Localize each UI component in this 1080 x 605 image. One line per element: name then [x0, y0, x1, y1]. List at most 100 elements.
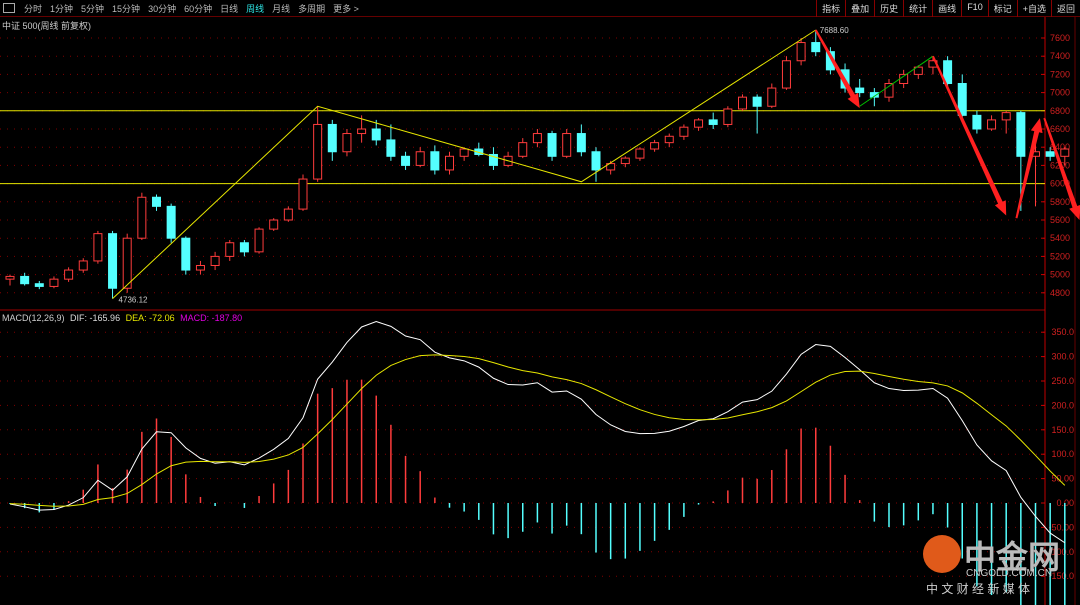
macd-tick-label: 300.0	[1051, 352, 1074, 362]
period-tab[interactable]: 周线	[242, 2, 268, 15]
candle-body	[137, 196, 147, 239]
candle-body	[811, 42, 821, 53]
panel-toggle-icon[interactable]	[3, 3, 15, 13]
candle-body	[562, 133, 572, 157]
candle-body	[269, 219, 279, 230]
period-tab[interactable]: 月线	[268, 2, 294, 15]
macd-dea: DEA: -72.06	[125, 313, 175, 323]
logo-tagline: 中 文 财 经 新 媒 体	[926, 582, 1031, 596]
dea-line	[9, 354, 1066, 507]
candle-body	[913, 66, 923, 75]
price-tick-label: 5800	[1050, 197, 1070, 207]
candle-body	[108, 233, 118, 289]
period-tab[interactable]: 60分钟	[180, 2, 216, 15]
period-tab[interactable]: 15分钟	[108, 2, 144, 15]
candle-body	[78, 260, 88, 271]
candle-body	[64, 269, 74, 280]
macd-legend: MACD(12,26,9) DIF: -165.96 DEA: -72.06 M…	[2, 313, 242, 323]
candle-body	[708, 119, 718, 125]
price-tick-label: 6000	[1050, 179, 1070, 189]
candle-body	[488, 153, 498, 166]
candle-body	[415, 151, 425, 166]
candle-body	[1045, 151, 1055, 157]
candle-body	[694, 119, 704, 128]
price-tick-label: 7400	[1050, 51, 1070, 61]
candle-body	[884, 83, 894, 98]
candle-body	[723, 108, 733, 125]
candle-body	[327, 123, 337, 153]
period-tab[interactable]: 多周期	[294, 2, 329, 15]
low-price-label: 4736.12	[119, 296, 148, 305]
candle-body	[664, 135, 674, 144]
candle-body	[738, 96, 747, 110]
price-tick-label: 7600	[1050, 33, 1070, 43]
stock-chart[interactable]: 4800 5000 5200 5400 5600 5800 6000 6200 6400 6600…	[0, 0, 1080, 605]
candle-body	[357, 128, 367, 135]
macd-tick-label: 100.0	[1051, 449, 1074, 459]
logo-icon	[923, 535, 961, 573]
candle-body	[298, 178, 308, 210]
macd-tick-label: 50.00	[1051, 474, 1074, 484]
candle-body	[591, 151, 601, 171]
candle-body	[1001, 112, 1011, 121]
macd-value: MACD: -187.80	[180, 313, 243, 323]
candle-body	[855, 87, 865, 94]
candle-body	[5, 275, 15, 280]
candle-body	[239, 242, 249, 253]
candle-body	[93, 233, 103, 262]
period-tab[interactable]: 5分钟	[77, 2, 108, 15]
toolbar-button[interactable]: 叠加	[845, 0, 874, 17]
period-tab[interactable]: 日线	[216, 2, 242, 15]
candle-body	[445, 155, 454, 171]
price-tick-label: 4800	[1050, 288, 1070, 298]
logo-url: CNGOLD.COM.CN	[966, 568, 1053, 579]
candle-body	[401, 155, 411, 166]
trend-arrow	[814, 29, 860, 109]
macd-tick-label: 0.00	[1056, 498, 1074, 508]
price-tick-label: 7200	[1050, 69, 1070, 79]
candle-body	[987, 119, 997, 130]
toolbar-button[interactable]: 统计	[903, 0, 932, 17]
macd-label: MACD(12,26,9)	[2, 313, 65, 323]
candle-body	[620, 157, 630, 165]
candle-body	[225, 242, 235, 257]
trend-arrow	[932, 55, 1007, 216]
candle-body	[767, 87, 777, 107]
toolbar-button[interactable]: 指标	[816, 0, 845, 17]
price-tick-label: 7000	[1050, 88, 1070, 98]
price-tick-label: 6600	[1050, 124, 1070, 134]
candle-body	[283, 208, 293, 221]
candle-body	[781, 60, 791, 89]
macd-tick-label: 250.0	[1051, 376, 1074, 386]
period-tab[interactable]: 30分钟	[144, 2, 180, 15]
trend-arrow	[1043, 117, 1080, 220]
candle-body	[166, 205, 176, 239]
toolbar-button[interactable]: 标记	[987, 0, 1017, 17]
trend-line	[112, 29, 817, 299]
candle-body	[386, 139, 396, 157]
candle-body	[869, 92, 879, 98]
toolbar-button[interactable]: 返回	[1050, 0, 1080, 17]
candle-body	[210, 255, 220, 266]
toolbar-button[interactable]: 画线	[932, 0, 961, 17]
candle-body	[474, 148, 484, 155]
macd-tick-label: 200.0	[1051, 400, 1074, 410]
period-toolbar: 分时 1分钟 5分钟 15分钟 30分钟 60分钟 日线 周线 月线 多周期 更多 > 指标 叠加 历史…	[0, 0, 1080, 17]
price-tick-label: 6800	[1050, 106, 1070, 116]
toolbar-button[interactable]: 历史	[874, 0, 903, 17]
price-tick-label: 6400	[1050, 142, 1070, 152]
macd-tick-label: 150.0	[1051, 425, 1074, 435]
chart-title: 中证 500(周线 前复权)	[2, 21, 92, 31]
period-tab[interactable]: 更多 >	[329, 2, 363, 15]
period-tab[interactable]: 分时	[20, 2, 46, 15]
candle-body	[547, 133, 557, 157]
candle-body	[576, 133, 586, 153]
toolbar-button[interactable]: +自选	[1016, 0, 1051, 17]
candle-body	[606, 163, 616, 171]
period-tab[interactable]: 1分钟	[46, 2, 77, 15]
candle-body	[459, 148, 469, 157]
macd-tick-label: 350.0	[1051, 327, 1074, 337]
candle-body	[1060, 148, 1070, 157]
toolbar-button[interactable]: F10	[961, 0, 988, 17]
candle-body	[371, 128, 381, 141]
